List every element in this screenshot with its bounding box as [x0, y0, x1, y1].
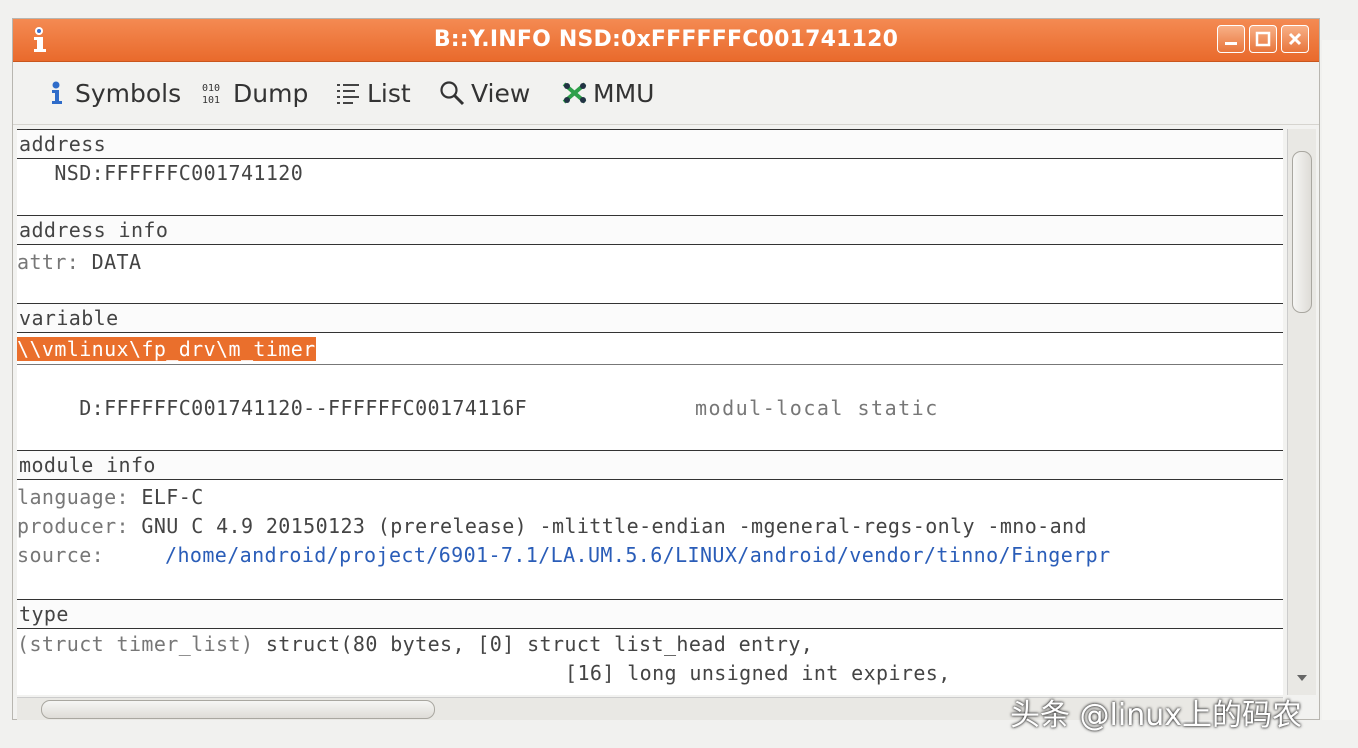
binary-icon: 010 101 — [201, 80, 227, 106]
dump-button[interactable]: 010 101 Dump — [201, 76, 308, 110]
view-button[interactable]: View — [439, 76, 530, 110]
horizontal-scroll-thumb[interactable] — [41, 700, 435, 719]
minimize-button[interactable] — [1217, 25, 1245, 53]
producer-row: producer: GNU C 4.9 20150123 (prerelease… — [17, 514, 1087, 538]
vertical-scrollbar[interactable] — [1287, 129, 1316, 695]
variable-divider — [17, 364, 1283, 365]
window-title: B::Y.INFO NSD:0xFFFFFFC001741120 — [433, 27, 899, 52]
source-label: source: — [17, 543, 105, 567]
toolbar: Symbols 010 101 Dump List View MMU — [13, 62, 1319, 125]
info-content[interactable]: address NSD:FFFFFFC001741120 address inf… — [17, 129, 1283, 695]
section-header-address-info: address info — [17, 215, 1283, 245]
watermark: 头条 @linux上的码农 — [1010, 698, 1302, 733]
producer-value: GNU C 4.9 20150123 (prerelease) -mlittle… — [128, 514, 1087, 538]
type-line2: [16] long unsigned int expires, — [565, 661, 951, 685]
svg-text:010: 010 — [202, 83, 220, 94]
info-icon — [43, 80, 69, 106]
type-decl: (struct timer_list) — [17, 632, 254, 656]
title-bar[interactable]: B::Y.INFO NSD:0xFFFFFFC001741120 — [13, 19, 1319, 62]
vertical-scroll-thumb[interactable] — [1292, 151, 1312, 313]
list-icon — [335, 80, 361, 106]
language-value: ELF-C — [128, 485, 204, 509]
attr-label: attr: — [17, 250, 80, 274]
symbols-button[interactable]: Symbols — [43, 76, 181, 110]
type-line1: struct(80 bytes, [0] struct list_head en… — [253, 632, 814, 656]
list-label: List — [367, 78, 411, 108]
mmu-label: MMU — [593, 78, 655, 108]
info-window: B::Y.INFO NSD:0xFFFFFFC001741120 Symbols… — [12, 18, 1320, 720]
section-header-type: type — [17, 599, 1283, 629]
magnifier-icon — [439, 80, 465, 106]
scroll-down-icon[interactable] — [1296, 673, 1308, 683]
variable-range: D:FFFFFFC001741120--FFFFFFC00174116F — [17, 396, 528, 420]
close-button[interactable] — [1281, 25, 1309, 53]
type-row: (struct timer_list) struct(80 bytes, [0]… — [17, 632, 813, 656]
section-header-variable: variable — [17, 303, 1283, 333]
maximize-button[interactable] — [1249, 25, 1277, 53]
address-value[interactable]: NSD:FFFFFFC001741120 — [17, 161, 303, 185]
section-header-module-info: module info — [17, 450, 1283, 480]
language-row: language: ELF-C — [17, 485, 204, 509]
variable-scope: modul-local static — [695, 396, 939, 420]
view-label: View — [471, 78, 531, 108]
section-header-address: address — [17, 129, 1283, 159]
mmu-button[interactable]: MMU — [561, 76, 654, 110]
producer-label: producer: — [17, 514, 129, 538]
background-edge — [1322, 40, 1358, 720]
list-button[interactable]: List — [335, 76, 411, 110]
symbols-label: Symbols — [75, 78, 182, 108]
attr-row: attr: DATA — [17, 250, 141, 274]
dump-label: Dump — [233, 78, 309, 108]
language-label: language: — [17, 485, 129, 509]
svg-text:101: 101 — [202, 95, 220, 106]
mmu-icon — [561, 80, 587, 106]
variable-name[interactable]: \\vmlinux\fp_drv\m_timer — [17, 337, 316, 361]
source-row: source: — [17, 543, 104, 567]
attr-value: DATA — [79, 250, 142, 274]
variable-row[interactable]: \\vmlinux\fp_drv\m_timer — [17, 337, 316, 361]
source-path-link[interactable]: /home/android/project/6901-7.1/LA.UM.5.6… — [165, 543, 1111, 567]
